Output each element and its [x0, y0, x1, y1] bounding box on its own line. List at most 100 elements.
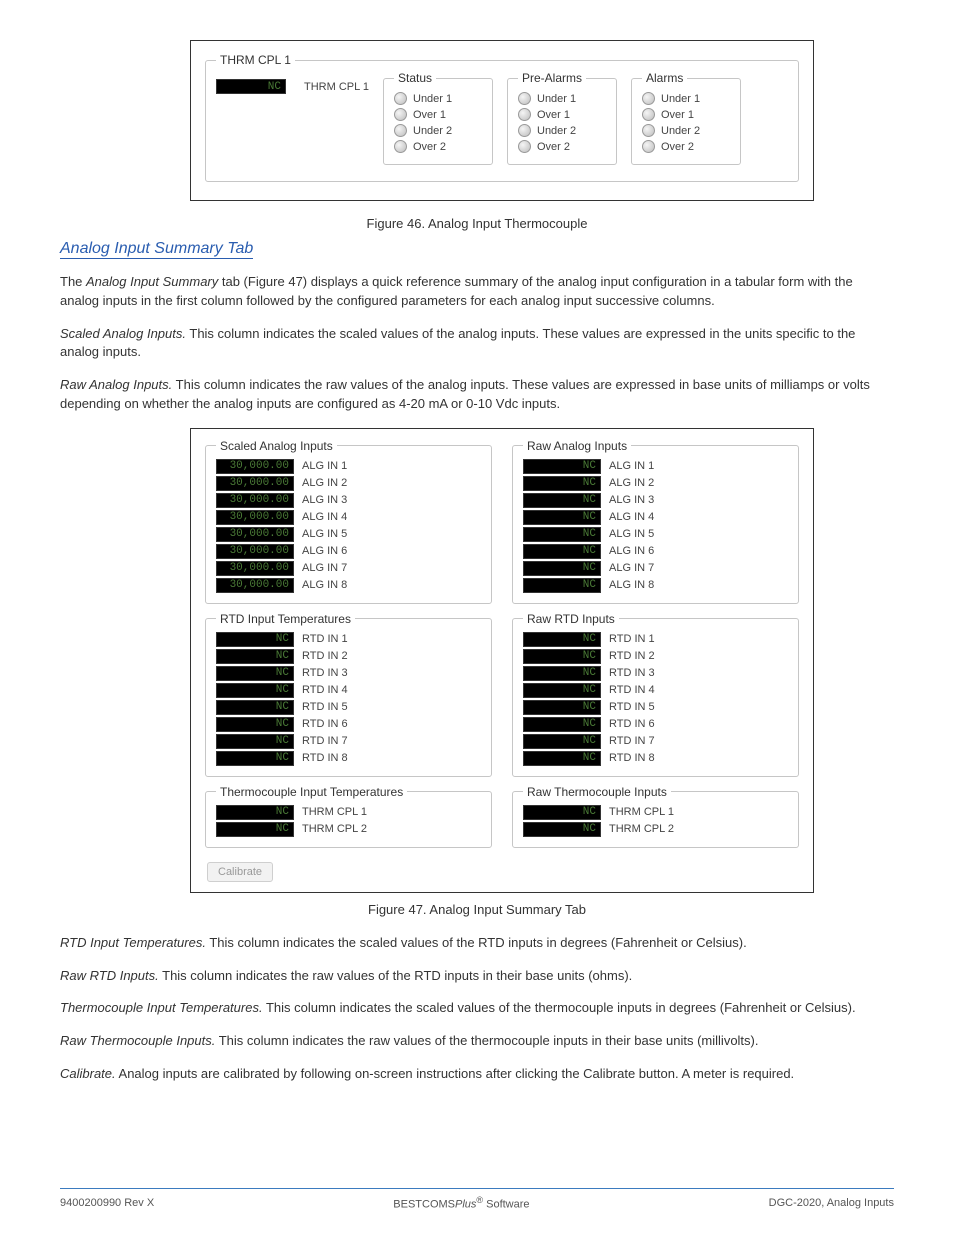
indicator-row: Under 2: [642, 124, 730, 137]
value-label: ALG IN 6: [302, 545, 347, 557]
indicator-row: Under 1: [518, 92, 606, 105]
raw-tc-legend: Raw Thermocouple Inputs: [523, 785, 671, 799]
para5-b: This column indicates the raw values of …: [159, 968, 633, 983]
raw-rtd-fieldset: Raw RTD Inputs NCRTD IN 1NCRTD IN 2NCRTD…: [512, 612, 799, 777]
value-display: NC: [523, 561, 601, 576]
value-label: RTD IN 3: [302, 667, 348, 679]
thrm-cpl-value-display: NC: [216, 79, 286, 94]
value-label: ALG IN 2: [609, 477, 654, 489]
value-row: 30,000.00ALG IN 3: [216, 493, 481, 508]
indicator-label: Over 2: [413, 141, 446, 153]
lamp-icon: [642, 92, 655, 105]
value-text: NC: [276, 633, 289, 645]
value-display: NC: [216, 666, 294, 681]
value-label: ALG IN 2: [302, 477, 347, 489]
indicator-label: Over 2: [661, 141, 694, 153]
value-row: NCRTD IN 6: [216, 717, 481, 732]
value-display: NC: [523, 649, 601, 664]
value-label: THRM CPL 2: [609, 823, 674, 835]
value-row: NCRTD IN 8: [216, 751, 481, 766]
value-label: RTD IN 5: [302, 701, 348, 713]
calibrate-button[interactable]: Calibrate: [207, 862, 273, 882]
analog-input-summary-link[interactable]: Analog Input Summary Tab: [60, 240, 253, 259]
value-text: 30,000.00: [230, 477, 289, 489]
value-row: NC RTD IN 2: [216, 649, 481, 664]
value-row: NCTHRM CPL 1: [523, 805, 788, 820]
value-row: NCTHRM CPL 2: [216, 822, 481, 837]
indicator-row: Over 2: [518, 140, 606, 153]
value-display: 30,000.00: [216, 510, 294, 525]
indicator-label: Under 2: [661, 125, 700, 137]
value-display: NC: [523, 510, 601, 525]
lamp-icon: [642, 124, 655, 137]
lamp-icon: [518, 140, 531, 153]
lamp-icon: [518, 124, 531, 137]
para7-b: This column indicates the raw values of …: [215, 1033, 758, 1048]
indicator-row: Under 1: [394, 92, 482, 105]
value-display: 30,000.00: [216, 527, 294, 542]
value-row: NCRTD IN 4: [216, 683, 481, 698]
value-display: 30,000.00: [216, 493, 294, 508]
prealarms-list: Under 1Over 1Under 2Over 2: [518, 92, 606, 153]
page-footer: 9400200990 Rev X BESTCOMSPlus® Software …: [60, 1188, 894, 1211]
scaled-analog-fieldset: Scaled Analog Inputs 30,000.00ALG IN 130…: [205, 439, 492, 604]
value-row: NCALG IN 5: [523, 527, 788, 542]
value-row: NC ALG IN 1: [523, 459, 788, 474]
value-display: NC: [523, 544, 601, 559]
value-text: NC: [276, 701, 289, 713]
value-text: 30,000.00: [230, 494, 289, 506]
value-text: NC: [583, 735, 596, 747]
value-display: NC: [523, 578, 601, 593]
value-display: NC: [523, 493, 601, 508]
value-label: THRM CPL 1: [302, 806, 367, 818]
tc-temp-legend: Thermocouple Input Temperatures: [216, 785, 407, 799]
value-display: NC: [216, 700, 294, 715]
indicator-row: Under 2: [518, 124, 606, 137]
para5-a: Raw RTD Inputs.: [60, 968, 159, 983]
value-row: NCRTD IN 5: [523, 700, 788, 715]
lamp-icon: [394, 140, 407, 153]
value-label: ALG IN 6: [609, 545, 654, 557]
value-display: NC: [216, 683, 294, 698]
scaled-analog-legend: Scaled Analog Inputs: [216, 439, 337, 453]
value-text: 30,000.00: [230, 460, 289, 472]
value-label: ALG IN 5: [302, 528, 347, 540]
value-text: NC: [583, 667, 596, 679]
value-display: NC: [523, 805, 601, 820]
value-display: NC: [216, 649, 294, 664]
status-fieldset: Status Under 1Over 1Under 2Over 2: [383, 71, 493, 165]
value-row: 30,000.00ALG IN 1: [216, 459, 481, 474]
value-label: RTD IN 8: [609, 752, 655, 764]
value-display: NC: [216, 717, 294, 732]
indicator-label: Under 2: [413, 125, 452, 137]
value-text: NC: [583, 752, 596, 764]
value-text: NC: [276, 752, 289, 764]
value-label: RTD IN 2: [302, 650, 348, 662]
value-text: NC: [583, 460, 596, 472]
value-label: ALG IN 7: [302, 562, 347, 574]
value-display: NC: [216, 632, 294, 647]
para8-a: Calibrate.: [60, 1066, 116, 1081]
value-text: NC: [583, 823, 596, 835]
value-display: 30,000.00: [216, 578, 294, 593]
lamp-icon: [394, 92, 407, 105]
value-row: 30,000.00ALG IN 4: [216, 510, 481, 525]
alarms-legend: Alarms: [642, 71, 687, 85]
value-label: ALG IN 1: [609, 460, 654, 472]
value-row: NCRTD IN 2: [523, 649, 788, 664]
para4-b: This column indicates the scaled values …: [206, 935, 747, 950]
lamp-icon: [642, 140, 655, 153]
value-text: NC: [276, 823, 289, 835]
value-text: NC: [276, 684, 289, 696]
value-row: NC THRM CPL 2: [523, 822, 788, 837]
para8-b: Analog inputs are calibrated by followin…: [116, 1066, 795, 1081]
value-row: NCALG IN 4: [523, 510, 788, 525]
value-row: NCRTD IN 1: [523, 632, 788, 647]
indicator-label: Over 2: [537, 141, 570, 153]
value-label: RTD IN 7: [302, 735, 348, 747]
value-text: NC: [276, 735, 289, 747]
value-text: 30,000.00: [230, 545, 289, 557]
value-display: NC: [523, 700, 601, 715]
lamp-icon: [518, 92, 531, 105]
para3-b: This column indicates the raw values of …: [60, 377, 870, 411]
